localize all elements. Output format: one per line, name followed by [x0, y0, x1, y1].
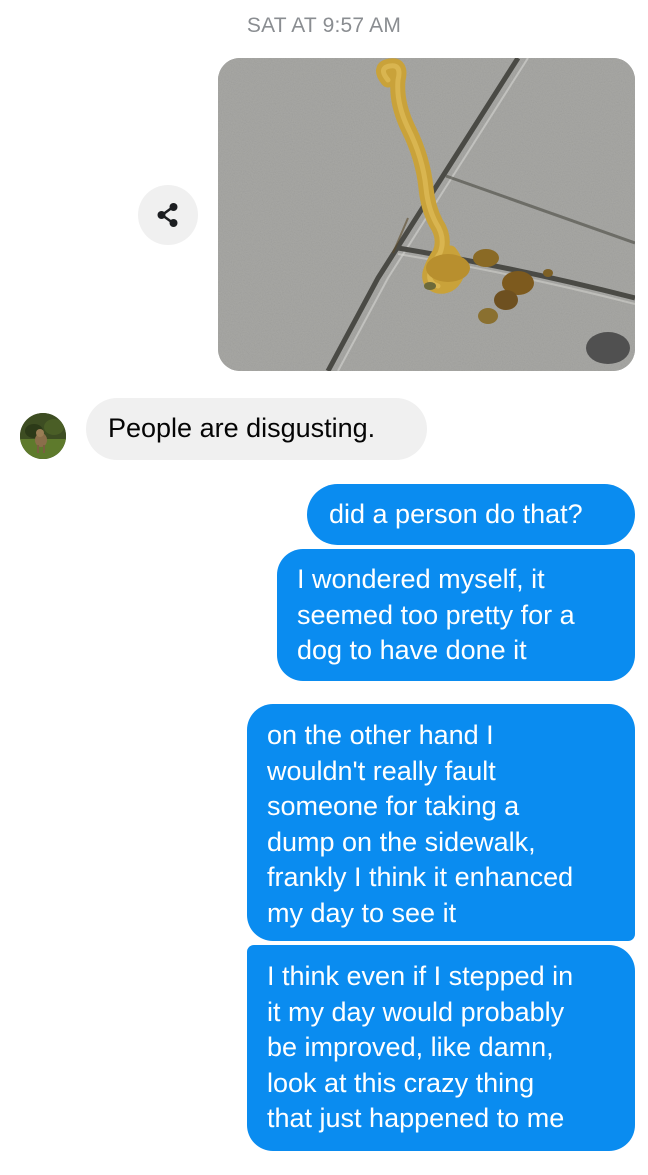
sidewalk-photo-image	[218, 58, 635, 371]
shared-photo[interactable]	[218, 58, 635, 371]
message-timestamp: SAT AT 9:57 AM	[246, 14, 402, 37]
message-line: look at this crazy thing	[267, 1067, 535, 1098]
outgoing-message[interactable]: on the other hand I wouldn't really faul…	[247, 704, 635, 941]
incoming-message[interactable]: People are disgusting.	[86, 398, 427, 460]
message-line: I wondered myself, it	[297, 564, 545, 594]
message-line: on the other hand I	[267, 720, 494, 750]
message-line: my day to see it	[267, 897, 457, 928]
avatar-image	[20, 413, 66, 459]
message-line: be improved, like damn,	[267, 1032, 554, 1062]
message-line: someone for taking a	[267, 791, 520, 821]
outgoing-message[interactable]: did a person do that?	[307, 484, 635, 545]
message-line: wouldn't really fault	[267, 755, 496, 786]
message-line: it my day would probably	[267, 996, 565, 1027]
outgoing-message[interactable]: I wondered myself, it seemed too pretty …	[277, 549, 635, 681]
contact-avatar[interactable]	[20, 413, 66, 459]
message-line: seemed too pretty for a	[297, 599, 575, 630]
message-line: I think even if I stepped in	[267, 961, 574, 991]
share-button[interactable]	[138, 185, 198, 245]
share-icon	[157, 203, 178, 227]
message-line: that just happened to me	[267, 1103, 565, 1133]
message-line: dump on the sidewalk,	[267, 826, 536, 857]
message-line: dog to have done it	[297, 635, 527, 665]
outgoing-message[interactable]: I think even if I stepped in it my day w…	[247, 945, 635, 1151]
message-line: frankly I think it enhanced	[267, 862, 574, 892]
